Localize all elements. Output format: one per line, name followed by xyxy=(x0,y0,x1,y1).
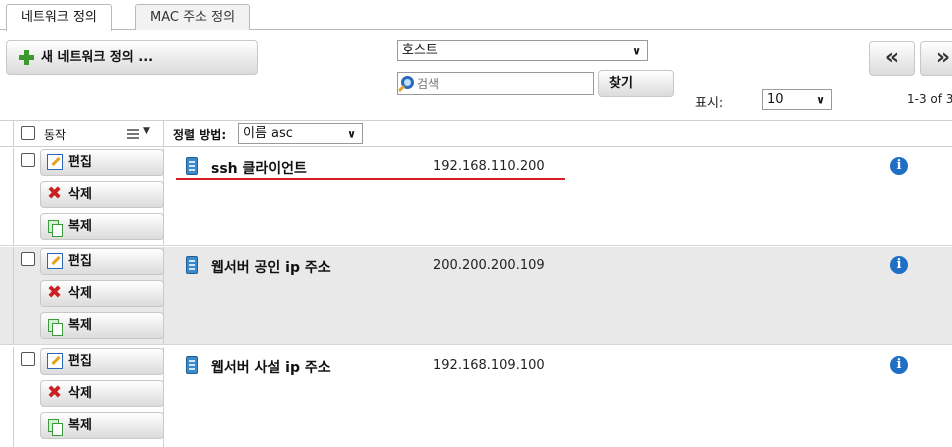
edit-button[interactable]: 편집 xyxy=(40,348,164,375)
table-row: 편집 ✖ 삭제 복제 웹서버 공인 ip 주소 200.200.200.109 … xyxy=(0,247,952,345)
delete-button[interactable]: ✖ 삭제 xyxy=(40,280,164,307)
edit-label: 편집 xyxy=(68,155,92,170)
action-header-cell: 동작 ▼ xyxy=(13,121,164,147)
double-chevron-left-icon: « xyxy=(884,45,900,70)
duplicate-label: 복제 xyxy=(68,219,92,234)
tab-mac-address-definitions[interactable]: MAC 주소 정의 xyxy=(135,4,251,30)
tab-bar: 네트워크 정의 MAC 주소 정의 xyxy=(0,0,952,31)
edit-icon xyxy=(47,353,63,369)
page-count: 1-3 of 3 xyxy=(907,92,952,106)
next-page-button[interactable]: » xyxy=(920,41,952,76)
row-checkbox[interactable] xyxy=(21,252,35,266)
network-name[interactable]: 웹서버 공인 ip 주소 xyxy=(211,257,331,277)
sort-value: 이름 asc xyxy=(243,126,293,141)
select-all-checkbox[interactable] xyxy=(21,126,35,140)
duplicate-icon xyxy=(48,419,63,436)
edit-button[interactable]: 편집 xyxy=(40,248,164,275)
host-icon xyxy=(186,157,198,175)
duplicate-button[interactable]: 복제 xyxy=(40,213,164,240)
duplicate-button[interactable]: 복제 xyxy=(40,312,164,339)
display-label: 표시: xyxy=(695,96,724,111)
host-icon xyxy=(186,256,198,274)
network-ip: 200.200.200.109 xyxy=(433,258,545,273)
double-chevron-right-icon: » xyxy=(935,45,951,70)
find-button[interactable]: 찾기 xyxy=(598,70,674,97)
chevron-down-icon: ∨ xyxy=(632,44,641,57)
search-box[interactable] xyxy=(397,72,594,95)
delete-label: 삭제 xyxy=(68,187,92,202)
host-icon xyxy=(186,356,198,374)
network-name[interactable]: ssh 클라이언트 xyxy=(211,158,307,178)
row-checkbox[interactable] xyxy=(21,153,35,167)
caret-down-icon[interactable]: ▼ xyxy=(143,126,150,136)
info-icon[interactable]: i xyxy=(890,356,908,374)
add-network-definition-button[interactable]: 새 네트워크 정의 ... xyxy=(6,40,258,75)
row-actions-cell: 편집 ✖ 삭제 복제 xyxy=(13,148,164,245)
add-button-label: 새 네트워크 정의 ... xyxy=(41,50,154,65)
edit-icon xyxy=(47,253,63,269)
delete-button[interactable]: ✖ 삭제 xyxy=(40,181,164,208)
highlight-underline xyxy=(176,178,565,180)
plus-icon xyxy=(19,50,34,65)
network-name[interactable]: 웹서버 사설 ip 주소 xyxy=(211,357,331,377)
row-checkbox[interactable] xyxy=(21,352,35,366)
edit-button[interactable]: 편집 xyxy=(40,149,164,176)
first-page-button[interactable]: « xyxy=(869,41,915,76)
host-filter-value: 호스트 xyxy=(402,43,438,58)
table-row: 편집 ✖ 삭제 복제 ssh 클라이언트 192.168.110.200 i xyxy=(0,148,952,246)
row-actions-cell: 편집 ✖ 삭제 복제 xyxy=(13,247,164,344)
sort-label: 정렬 방법: xyxy=(173,128,227,142)
duplicate-icon xyxy=(48,319,63,336)
tab-network-definitions[interactable]: 네트워크 정의 xyxy=(6,4,112,31)
delete-label: 삭제 xyxy=(68,286,92,301)
info-icon[interactable]: i xyxy=(890,157,908,175)
edit-icon xyxy=(47,154,63,170)
duplicate-button[interactable]: 복제 xyxy=(40,412,164,439)
table-row: 편집 ✖ 삭제 복제 웹서버 사설 ip 주소 192.168.109.100 … xyxy=(0,347,952,447)
delete-button[interactable]: ✖ 삭제 xyxy=(40,380,164,407)
info-icon[interactable]: i xyxy=(890,256,908,274)
search-input[interactable] xyxy=(417,75,587,92)
page-size-select[interactable]: 10 ∨ xyxy=(762,89,832,110)
page-size-value: 10 xyxy=(767,92,784,107)
list-icon[interactable] xyxy=(127,129,139,139)
find-button-label: 찾기 xyxy=(609,76,633,91)
edit-label: 편집 xyxy=(68,354,92,369)
duplicate-label: 복제 xyxy=(68,318,92,333)
table-header: 동작 ▼ 정렬 방법: 이름 asc ∨ xyxy=(0,120,952,147)
chevron-down-icon: ∨ xyxy=(347,127,356,140)
edit-label: 편집 xyxy=(68,254,92,269)
sort-select[interactable]: 이름 asc ∨ xyxy=(238,123,363,144)
delete-icon: ✖ xyxy=(47,183,63,204)
row-actions-cell: 편집 ✖ 삭제 복제 xyxy=(13,347,164,447)
search-icon xyxy=(401,76,414,89)
delete-label: 삭제 xyxy=(68,386,92,401)
host-filter-select[interactable]: 호스트 ∨ xyxy=(397,40,648,61)
network-ip: 192.168.109.100 xyxy=(433,358,545,373)
network-ip: 192.168.110.200 xyxy=(433,159,545,174)
duplicate-label: 복제 xyxy=(68,418,92,433)
chevron-down-icon: ∨ xyxy=(816,93,825,106)
duplicate-icon xyxy=(48,220,63,237)
delete-icon: ✖ xyxy=(47,282,63,303)
delete-icon: ✖ xyxy=(47,382,63,403)
action-header-label: 동작 xyxy=(44,128,67,142)
